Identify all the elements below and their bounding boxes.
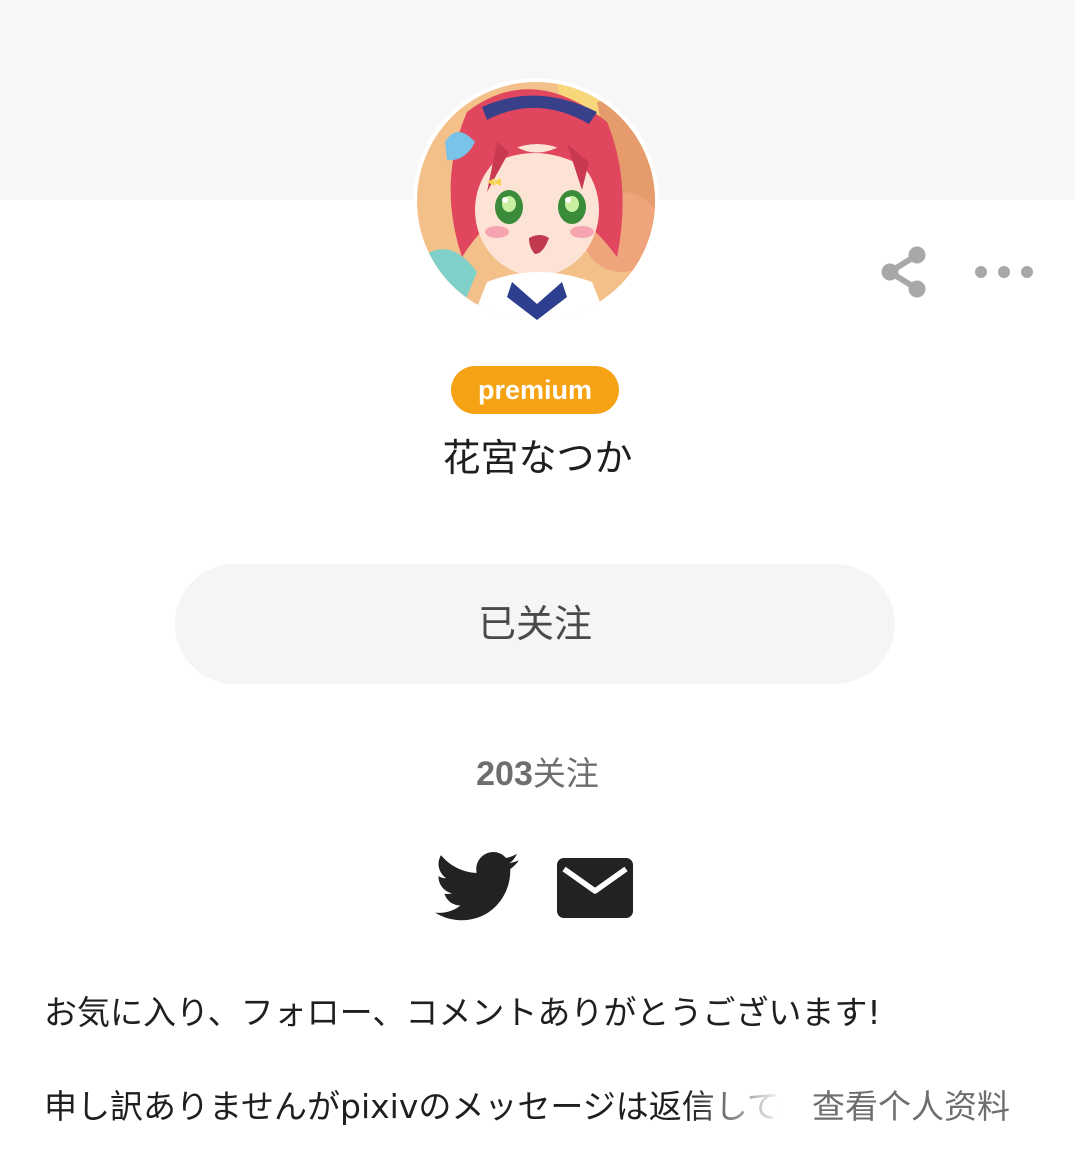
following-count-number: 203 xyxy=(476,755,533,793)
bio-line: 申し訳ありませんがpixivのメッセージは返信しておりません xyxy=(44,1087,784,1126)
mail-icon[interactable] xyxy=(557,858,633,918)
share-button[interactable] xyxy=(872,240,936,304)
follow-button[interactable]: 已关注 xyxy=(175,564,895,684)
twitter-icon[interactable] xyxy=(434,852,520,922)
bio-line: お気に入り、フォロー、コメントありがとうございます! xyxy=(44,993,881,1032)
more-icon xyxy=(975,266,1033,278)
following-count[interactable]: 203关注 xyxy=(0,750,1075,798)
premium-badge: premium xyxy=(451,366,619,414)
following-count-label: 关注 xyxy=(532,754,599,793)
share-icon xyxy=(881,246,926,298)
view-profile-link[interactable]: 查看个人资料 xyxy=(812,1082,1010,1132)
avatar-image xyxy=(417,82,655,320)
bio-fade-overlay xyxy=(690,1076,800,1140)
avatar[interactable] xyxy=(413,78,659,324)
more-options-button[interactable] xyxy=(966,240,1042,304)
username: 花宮なつか xyxy=(442,436,633,480)
